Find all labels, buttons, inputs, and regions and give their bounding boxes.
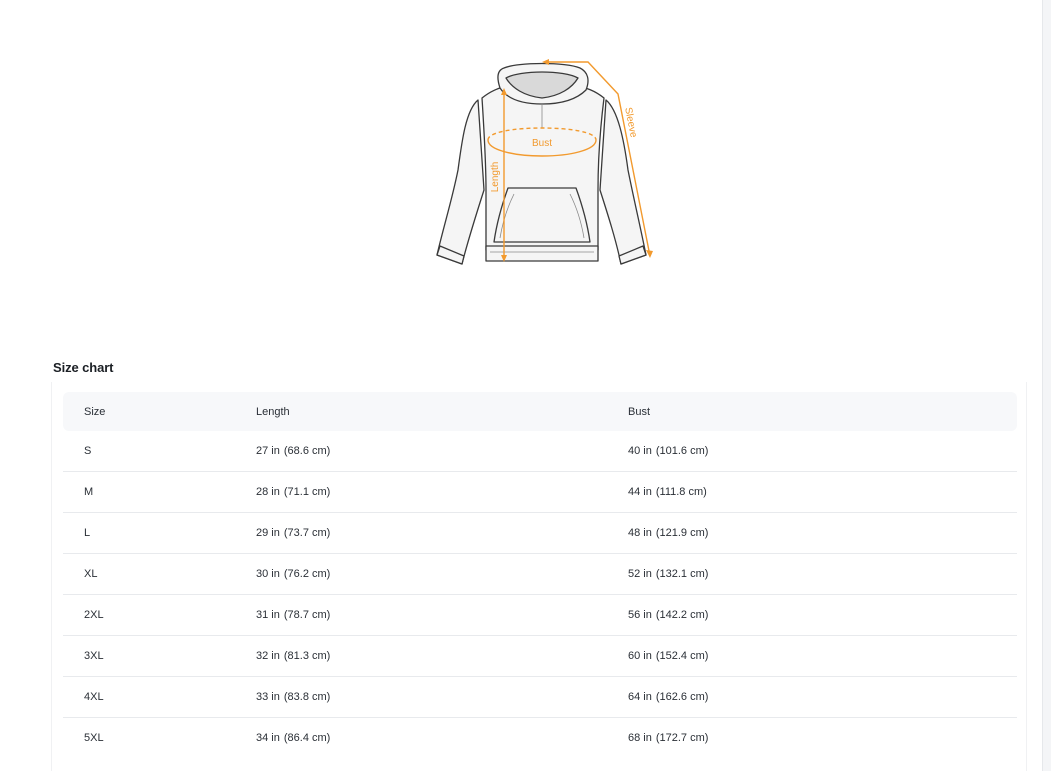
length-cm: (76.2 cm) [283, 568, 331, 580]
bust-cell: 40 in (101.6 cm) [628, 431, 1017, 472]
header-bust: Bust [628, 392, 1017, 431]
bust-cm: (162.6 cm) [655, 691, 709, 703]
size-chart-body: S 27 in (68.6 cm) 40 in (101.6 cm) M 28 in… [63, 431, 1017, 758]
size-chart-container: Size Length Bust S 27 in (68.6 cm) 40 in(… [51, 382, 1027, 771]
size-cell: 3XL [63, 636, 256, 677]
size-chart-table: Size Length Bust S 27 in (68.6 cm) 40 in(… [63, 392, 1017, 758]
size-cell: 5XL [84, 732, 104, 744]
bust-in: 56 in [628, 609, 652, 621]
bust-cell: 64 in (162.6 cm) [628, 677, 1017, 718]
bust-cm: (152.4 cm) [655, 650, 709, 662]
size-guide-page: Bust Length Sleeve Size chart Size Lengt… [0, 0, 1043, 771]
length-cm: (86.4 cm) [283, 732, 331, 744]
size-cell: S [63, 431, 256, 472]
bust-cell: 48 in (121.9 cm) [628, 513, 1017, 554]
bust-cm: (101.6 cm) [655, 445, 709, 457]
bust-cell: 60 in (152.4 cm) [628, 636, 1017, 677]
bust-in: 40 in [628, 445, 652, 457]
header-length: Length [256, 392, 628, 431]
size-chart-header: Size Length Bust [63, 392, 1017, 431]
bust-in: 60 in [628, 650, 652, 662]
page-scrollbar[interactable] [1042, 0, 1051, 771]
length-cell: 33 in (83.8 cm) [256, 677, 628, 718]
length-in: 34 in [256, 732, 280, 744]
table-row: L 29 in (73.7 cm) 48 in (121.9 cm) [63, 513, 1017, 554]
bust-in: 48 in [628, 527, 652, 539]
header-row: Size Length Bust [63, 392, 1017, 431]
length-cell: 31 in (78.7 cm) [256, 595, 628, 636]
bust-in: 68 in [628, 732, 652, 744]
table-row: 2XL 31 in (78.7 cm) 56 in (142.2 cm) [63, 595, 1017, 636]
length-in: 33 in [256, 691, 280, 703]
length-cell: 27 in (68.6 cm) [256, 431, 628, 472]
length-cm: (73.7 cm) [283, 527, 331, 539]
length-in: 29 in [256, 527, 280, 539]
sleeve-label: Sleeve [622, 106, 639, 139]
length-cell: 34 in (86.4 cm) [256, 718, 628, 758]
size-cell: M [63, 472, 256, 513]
length-cell: 30 in (76.2 cm) [256, 554, 628, 595]
table-row: M 28 in (71.1 cm) 44 in (111.8 cm) [63, 472, 1017, 513]
hoodie-measurement-illustration: Bust Length Sleeve [436, 59, 653, 265]
bust-cm: (172.7 cm) [655, 732, 709, 744]
bust-cm: (142.2 cm) [655, 609, 709, 621]
size-cell: L [63, 513, 256, 554]
length-cm: (78.7 cm) [283, 609, 331, 621]
length-in: 30 in [256, 568, 280, 580]
bust-label: Bust [532, 138, 552, 149]
hoodie-drawing [436, 62, 647, 265]
bust-cell: 68 in (172.7 cm) [628, 718, 1017, 758]
bust-in: 52 in [628, 568, 652, 580]
size-cell: 2XL [63, 595, 256, 636]
header-size: Size [63, 392, 256, 431]
size-chart-title: Size chart [53, 360, 114, 375]
bust-cell: 56 in (142.2 cm) [628, 595, 1017, 636]
length-cell: 32 in (81.3 cm) [256, 636, 628, 677]
bust-cell: 52 in (132.1 cm) [628, 554, 1017, 595]
length-cm: (71.1 cm) [283, 486, 331, 498]
length-cell: 28 in (71.1 cm) [256, 472, 628, 513]
size-cell: XL [63, 554, 256, 595]
length-cm: (83.8 cm) [283, 691, 331, 703]
table-row: 4XL 33 in (83.8 cm) 64 in (162.6 cm) [63, 677, 1017, 718]
length-cm: (68.6 cm) [283, 445, 331, 457]
table-row: S 27 in (68.6 cm) 40 in (101.6 cm) [63, 431, 1017, 472]
bust-in: 64 in [628, 691, 652, 703]
length-in: 28 in [256, 486, 280, 498]
length-in: 32 in [256, 650, 280, 662]
size-cell: 4XL [63, 677, 256, 718]
length-cm: (81.3 cm) [283, 650, 331, 662]
bust-cell: 44 in (111.8 cm) [628, 472, 1017, 513]
bust-cm: (111.8 cm) [655, 486, 707, 498]
table-row: 3XL 32 in (81.3 cm) 60 in (152.4 cm) [63, 636, 1017, 677]
bust-cm: (121.9 cm) [655, 527, 709, 539]
length-in: 31 in [256, 609, 280, 621]
length-label: Length [490, 162, 501, 193]
length-in: 27 in [256, 445, 280, 457]
bust-in: 44 in [628, 486, 652, 498]
bust-cm: (132.1 cm) [655, 568, 709, 580]
table-row: XL 30 in (76.2 cm) 52 in (132.1 cm) [63, 554, 1017, 595]
table-row: 5XL 34 in (86.4 cm) 68 in (172.7 cm) [63, 718, 1017, 758]
length-cell: 29 in (73.7 cm) [256, 513, 628, 554]
